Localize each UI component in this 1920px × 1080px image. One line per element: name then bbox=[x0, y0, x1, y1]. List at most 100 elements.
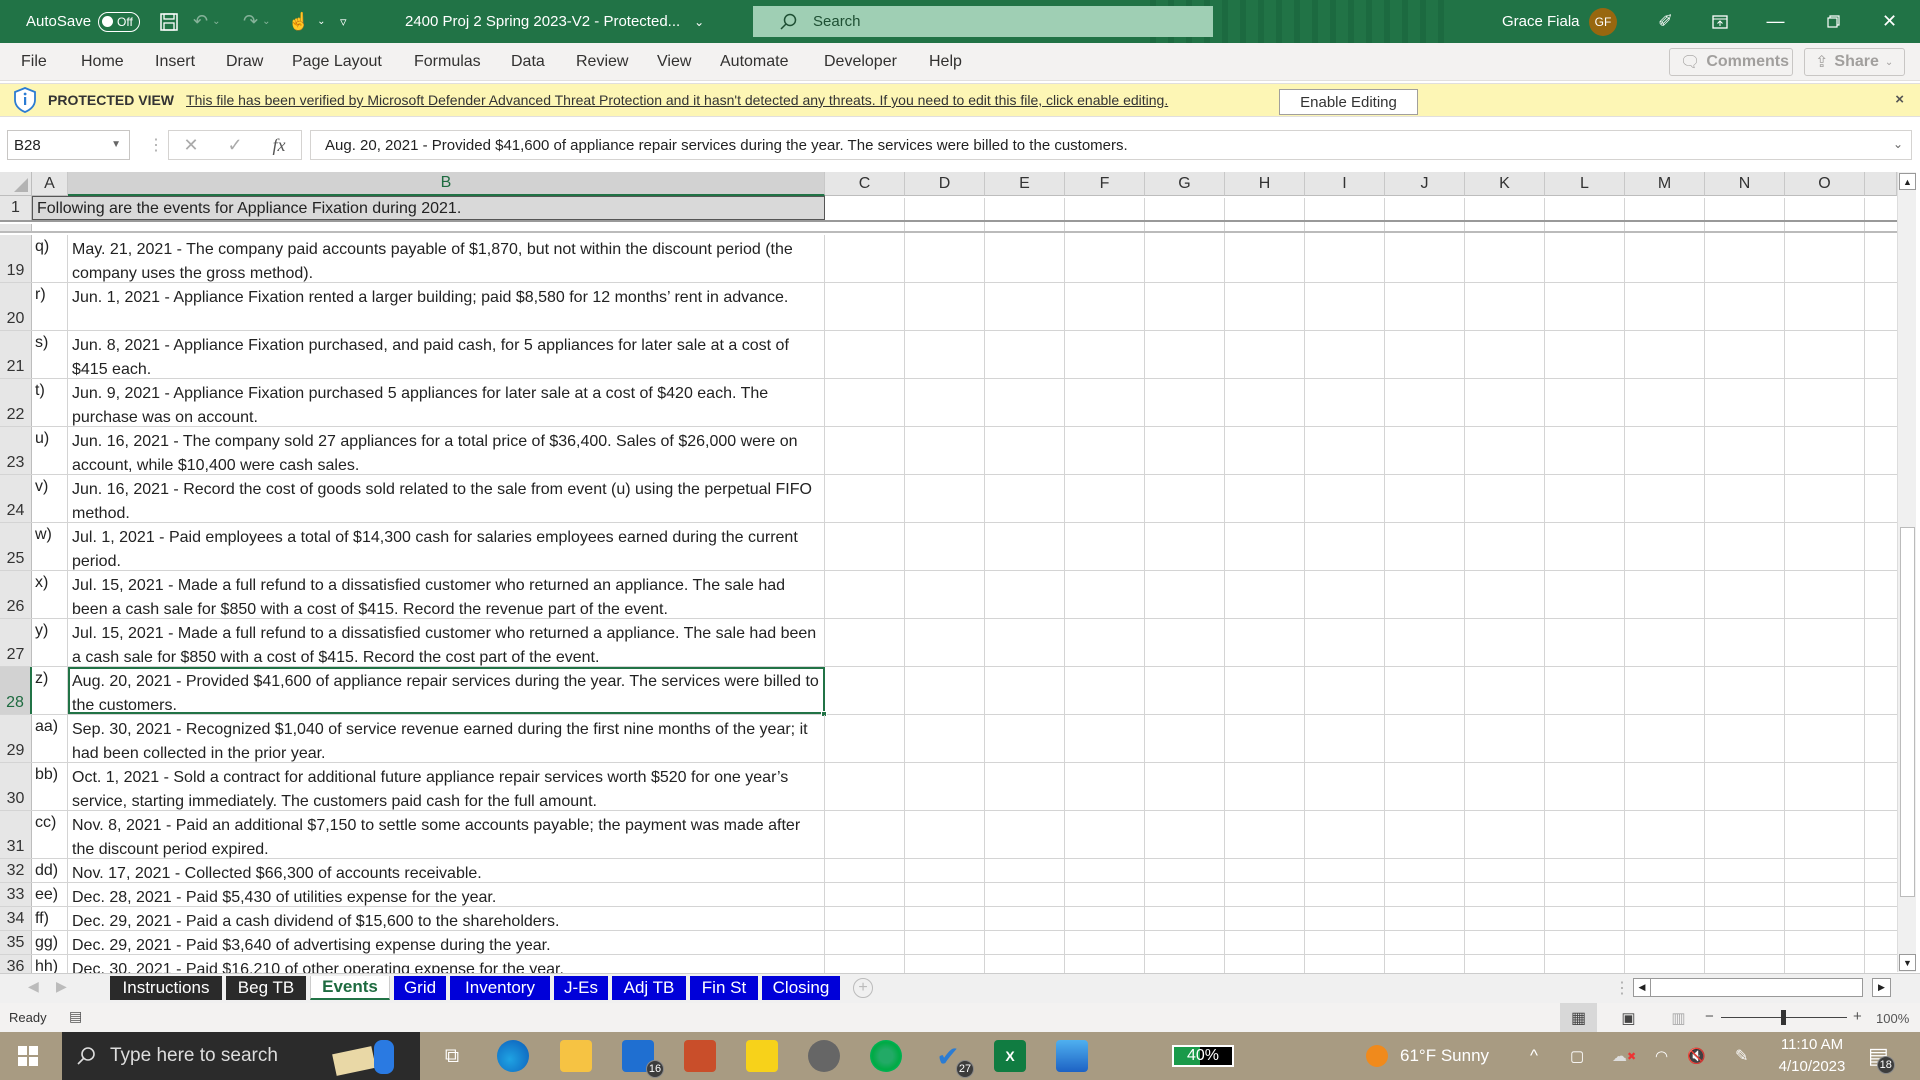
cell-event-letter[interactable]: u) bbox=[32, 427, 68, 474]
redo-button[interactable]: ↷ ⌄ bbox=[243, 0, 270, 43]
cell-event-letter[interactable]: w) bbox=[32, 523, 68, 570]
autosave-toggle[interactable]: Off bbox=[98, 11, 140, 32]
zoom-out-button[interactable]: − bbox=[1705, 1008, 1714, 1025]
ribbon-display-button[interactable] bbox=[1692, 0, 1747, 43]
cell-event-letter[interactable]: hh) bbox=[32, 955, 68, 973]
clock[interactable]: 11:10 AM 4/10/2023 bbox=[1776, 1032, 1848, 1080]
restore-button[interactable] bbox=[1806, 0, 1861, 43]
cell-event-letter[interactable]: ff) bbox=[32, 907, 68, 930]
cell-event-description[interactable]: Dec. 28, 2021 - Paid $5,430 of utilities… bbox=[68, 883, 825, 906]
sheet-tab-grid[interactable]: Grid bbox=[394, 976, 446, 1000]
tab-data[interactable]: Data bbox=[511, 43, 545, 81]
row-header[interactable]: 26 bbox=[0, 571, 32, 618]
cell-event-description[interactable]: Dec. 29, 2021 - Paid a cash dividend of … bbox=[68, 907, 825, 930]
row-header[interactable]: 33 bbox=[0, 883, 32, 906]
sheet-tab-adj-tb[interactable]: Adj TB bbox=[612, 976, 686, 1000]
mail-icon[interactable]: 16 bbox=[622, 1040, 664, 1078]
share-button[interactable]: ⇪ Share ⌄ bbox=[1804, 48, 1905, 76]
cell-event-letter[interactable]: gg) bbox=[32, 931, 68, 954]
prev-sheet-icon[interactable]: ◀ bbox=[28, 978, 39, 995]
cell-event-letter[interactable]: y) bbox=[32, 619, 68, 666]
cell-event-description[interactable]: Jun. 16, 2021 - Record the cost of goods… bbox=[68, 475, 825, 522]
enter-icon[interactable]: ✓ bbox=[213, 135, 257, 156]
excel-taskbar-icon[interactable]: X bbox=[994, 1040, 1026, 1072]
cell-event-description[interactable]: Dec. 29, 2021 - Paid $3,640 of advertisi… bbox=[68, 931, 825, 954]
cell-event-description[interactable]: Sep. 30, 2021 - Recognized $1,040 of ser… bbox=[68, 715, 825, 762]
cell-event-description[interactable]: Jul. 15, 2021 - Made a full refund to a … bbox=[68, 571, 825, 618]
undo-button[interactable]: ↶ ⌄ bbox=[193, 0, 220, 43]
row-header[interactable]: 22 bbox=[0, 379, 32, 426]
task-view-icon[interactable]: ⧉ bbox=[436, 1040, 468, 1072]
enable-editing-button[interactable]: Enable Editing bbox=[1279, 89, 1418, 115]
worksheet-grid[interactable]: A B C D E F G H I J K L M N O 1 Followin… bbox=[0, 170, 1920, 973]
close-button[interactable]: ✕ bbox=[1862, 0, 1917, 43]
spiral-app-icon[interactable] bbox=[870, 1040, 902, 1072]
column-header-d[interactable]: D bbox=[905, 172, 985, 196]
tab-developer[interactable]: Developer bbox=[824, 43, 897, 81]
cell-event-description[interactable]: Dec. 30, 2021 - Paid $16,210 of other op… bbox=[68, 955, 825, 973]
battery-indicator[interactable]: 40% bbox=[1172, 1045, 1234, 1067]
sheet-tab-inventory[interactable]: Inventory bbox=[450, 976, 550, 1000]
expand-formula-icon[interactable]: ⌄ bbox=[1893, 137, 1903, 151]
vertical-scroll-thumb[interactable] bbox=[1900, 527, 1915, 897]
file-explorer-icon[interactable] bbox=[560, 1040, 592, 1072]
app-icon[interactable] bbox=[684, 1040, 716, 1072]
cell-event-description[interactable]: Jul. 15, 2021 - Made a full refund to a … bbox=[68, 619, 825, 666]
name-box[interactable]: B28 ▼ bbox=[7, 130, 130, 160]
row-header[interactable]: 30 bbox=[0, 763, 32, 810]
show-hidden-icons-button[interactable]: ^ bbox=[1530, 1032, 1538, 1080]
normal-view-button[interactable]: ▦ bbox=[1560, 1003, 1597, 1032]
row-header[interactable]: 35 bbox=[0, 931, 32, 954]
tab-draw[interactable]: Draw bbox=[226, 43, 263, 81]
cell-event-description[interactable]: Jun. 1, 2021 - Appliance Fixation rented… bbox=[68, 283, 825, 330]
row-header[interactable]: 19 bbox=[0, 235, 32, 282]
cell-event-letter[interactable]: ee) bbox=[32, 883, 68, 906]
row-header[interactable]: 29 bbox=[0, 715, 32, 762]
cell-event-letter[interactable]: r) bbox=[32, 283, 68, 330]
protected-view-message-link[interactable]: This file has been verified by Microsoft… bbox=[186, 92, 1168, 108]
cell-event-letter[interactable]: q) bbox=[32, 235, 68, 282]
row-header[interactable]: 25 bbox=[0, 523, 32, 570]
taskbar-search[interactable]: Type here to search bbox=[62, 1032, 420, 1080]
column-header-e[interactable]: E bbox=[985, 172, 1065, 196]
customize-toolbar-button[interactable]: ▿ bbox=[340, 0, 347, 43]
row-header[interactable]: 24 bbox=[0, 475, 32, 522]
more-options-icon[interactable]: ⋮ bbox=[148, 135, 164, 155]
column-header-n[interactable]: N bbox=[1705, 172, 1785, 196]
cell-event-letter[interactable]: v) bbox=[32, 475, 68, 522]
add-sheet-button[interactable]: + bbox=[853, 978, 873, 998]
cell-event-letter[interactable]: x) bbox=[32, 571, 68, 618]
edge-browser-icon[interactable] bbox=[497, 1040, 529, 1072]
cell-a1-merged[interactable]: Following are the events for Appliance F… bbox=[32, 196, 825, 220]
tab-insert[interactable]: Insert bbox=[155, 43, 195, 81]
save-button[interactable] bbox=[160, 0, 178, 43]
row-header[interactable]: 36 bbox=[0, 955, 32, 973]
cell-event-description[interactable]: Jul. 1, 2021 - Paid employees a total of… bbox=[68, 523, 825, 570]
wifi-icon[interactable]: ◠ bbox=[1655, 1032, 1668, 1080]
cell-event-description[interactable]: May. 21, 2021 - The company paid account… bbox=[68, 235, 825, 282]
cell-event-description[interactable]: Nov. 8, 2021 - Paid an additional $7,150… bbox=[68, 811, 825, 858]
weather-widget[interactable]: 61°F Sunny bbox=[1366, 1032, 1489, 1080]
coauthoring-button[interactable]: ✐ bbox=[1638, 0, 1693, 43]
column-header-a[interactable]: A bbox=[32, 172, 68, 196]
row-header[interactable]: 32 bbox=[0, 859, 32, 882]
sticky-notes-icon[interactable] bbox=[746, 1040, 778, 1072]
horizontal-scrollbar[interactable]: ◀ bbox=[1633, 978, 1863, 997]
user-avatar[interactable]: GF bbox=[1589, 0, 1617, 43]
tab-page-layout[interactable]: Page Layout bbox=[292, 43, 382, 81]
cell-event-letter[interactable]: bb) bbox=[32, 763, 68, 810]
cell-event-letter[interactable]: z) bbox=[32, 667, 68, 714]
tab-formulas[interactable]: Formulas bbox=[414, 43, 481, 81]
column-header-j[interactable]: J bbox=[1385, 172, 1465, 196]
notification-center-button[interactable]: ▤ 18 bbox=[1868, 1032, 1895, 1080]
column-header-k[interactable]: K bbox=[1465, 172, 1545, 196]
row-header[interactable]: 28 bbox=[0, 667, 32, 714]
cell-event-letter[interactable]: t) bbox=[32, 379, 68, 426]
row-header[interactable]: 1 bbox=[0, 196, 32, 220]
row-header[interactable]: 34 bbox=[0, 907, 32, 930]
todo-checkmark-icon[interactable]: ✔ 27 bbox=[932, 1040, 974, 1078]
column-header-b[interactable]: B bbox=[68, 172, 825, 196]
zoom-in-button[interactable]: + bbox=[1853, 1008, 1862, 1025]
search-box[interactable]: Search bbox=[753, 6, 1213, 37]
row-header[interactable]: 21 bbox=[0, 331, 32, 378]
